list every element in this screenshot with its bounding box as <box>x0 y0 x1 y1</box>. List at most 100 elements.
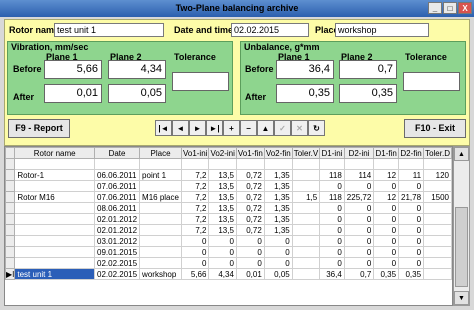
column-header[interactable]: Toler.V <box>291 147 321 159</box>
table-cell[interactable]: 0 <box>263 257 293 269</box>
scroll-down-arrow[interactable]: ▼ <box>454 291 469 305</box>
table-cell[interactable]: 13,5 <box>208 169 237 181</box>
row-indicator[interactable] <box>5 169 16 181</box>
table-cell[interactable]: 0 <box>398 202 425 214</box>
place-field[interactable]: workshop <box>335 23 429 37</box>
table-cell[interactable]: 36,4 <box>319 268 345 280</box>
table-cell[interactable]: 07.06.2011 <box>93 180 141 192</box>
table-cell[interactable]: Rotor M16 <box>14 191 95 203</box>
table-cell[interactable]: 13,5 <box>208 202 237 214</box>
table-cell[interactable]: 0 <box>398 235 425 247</box>
table-cell[interactable]: 7,2 <box>180 169 210 181</box>
table-cell[interactable]: 13,5 <box>208 191 237 203</box>
table-cell[interactable]: workshop <box>139 268 182 280</box>
report-button[interactable]: F9 - Report <box>8 119 70 138</box>
table-cell[interactable] <box>319 158 345 170</box>
row-indicator[interactable] <box>5 257 16 269</box>
table-cell[interactable]: 03.01.2012 <box>93 235 141 247</box>
rotor-name-field[interactable]: test unit 1 <box>54 23 164 37</box>
table-cell[interactable] <box>291 202 321 214</box>
column-header[interactable]: Date <box>93 147 141 159</box>
table-cell[interactable]: 0 <box>373 235 400 247</box>
table-cell[interactable] <box>14 257 95 269</box>
nav-cancel-button[interactable]: ✕ <box>291 120 308 136</box>
table-row[interactable]: 07.06.2011 7,2 13,5 0,72 1,35 0 0 0 0 <box>5 180 452 192</box>
table-cell[interactable] <box>139 213 182 225</box>
table-cell[interactable]: 0 <box>373 180 400 192</box>
exit-button[interactable]: F10 - Exit <box>404 119 466 138</box>
table-cell[interactable]: 0 <box>319 246 345 258</box>
table-cell[interactable]: test unit 1 <box>14 268 95 280</box>
table-cell[interactable]: 0 <box>319 202 345 214</box>
nav-prior-button[interactable]: ◄ <box>172 120 189 136</box>
table-cell[interactable] <box>180 158 210 170</box>
column-header[interactable]: D1-ini <box>319 147 345 159</box>
table-cell[interactable]: 0 <box>208 257 237 269</box>
table-cell[interactable] <box>291 213 321 225</box>
table-cell[interactable]: 118 <box>319 169 345 181</box>
nav-last-button[interactable]: ►| <box>206 120 223 136</box>
column-header[interactable]: Vo2-fin <box>263 147 293 159</box>
row-indicator[interactable] <box>5 158 16 170</box>
scroll-thumb[interactable] <box>455 207 468 287</box>
table-cell[interactable]: 1,35 <box>263 213 293 225</box>
table-cell[interactable]: 0,05 <box>263 268 293 280</box>
table-cell[interactable] <box>291 180 321 192</box>
vibration-after-plane1[interactable]: 0,01 <box>44 84 102 103</box>
table-cell[interactable]: 7,2 <box>180 180 210 192</box>
table-cell[interactable]: 0 <box>263 246 293 258</box>
table-cell[interactable] <box>14 213 95 225</box>
table-row[interactable]: Rotor M16 07.06.2011 M16 place 7,2 13,5 0,72 1… <box>5 191 452 203</box>
table-cell[interactable]: 08.06.2011 <box>93 202 141 214</box>
column-header[interactable]: Place <box>139 147 182 159</box>
table-cell[interactable]: 0 <box>343 213 375 225</box>
table-cell[interactable]: 0 <box>343 257 375 269</box>
table-cell[interactable]: 0 <box>343 224 375 236</box>
close-button[interactable]: X <box>458 2 472 14</box>
table-cell[interactable]: 09.01.2015 <box>93 246 141 258</box>
table-cell[interactable]: 7,2 <box>180 202 210 214</box>
table-cell[interactable] <box>139 180 182 192</box>
table-cell[interactable]: 1,5 <box>291 191 321 203</box>
table-cell[interactable]: 0 <box>319 235 345 247</box>
table-cell[interactable] <box>373 158 400 170</box>
column-header[interactable]: D2-ini <box>343 147 375 159</box>
column-header[interactable]: D2-fin <box>398 147 425 159</box>
table-cell[interactable]: 0 <box>373 246 400 258</box>
table-cell[interactable]: 0 <box>398 257 425 269</box>
unbalance-before-plane2[interactable]: 0,7 <box>339 60 397 79</box>
table-cell[interactable]: 0 <box>398 213 425 225</box>
table-cell[interactable]: 0,72 <box>235 180 265 192</box>
table-cell[interactable]: 1,35 <box>263 224 293 236</box>
table-cell[interactable] <box>291 246 321 258</box>
table-cell[interactable]: 0,72 <box>235 224 265 236</box>
table-cell[interactable]: 0 <box>180 235 210 247</box>
table-cell[interactable] <box>93 158 141 170</box>
table-cell[interactable]: 0 <box>343 202 375 214</box>
vibration-before-plane2[interactable]: 4,34 <box>108 60 166 79</box>
column-header[interactable]: Vo2-ini <box>208 147 237 159</box>
table-cell[interactable]: Rotor-1 <box>14 169 95 181</box>
row-indicator[interactable] <box>5 180 16 192</box>
table-cell[interactable]: 0 <box>398 180 425 192</box>
table-row[interactable]: 09.01.2015 0 0 0 0 0 0 0 0 <box>5 246 452 258</box>
table-cell[interactable] <box>423 158 452 170</box>
unbalance-after-plane1[interactable]: 0,35 <box>276 84 334 103</box>
table-cell[interactable]: 0 <box>398 224 425 236</box>
table-cell[interactable] <box>235 158 265 170</box>
table-row[interactable] <box>5 158 452 170</box>
table-cell[interactable] <box>139 246 182 258</box>
table-row[interactable]: 02.02.2015 0 0 0 0 0 0 0 0 <box>5 257 452 269</box>
column-header[interactable]: D1-fin <box>373 147 400 159</box>
table-cell[interactable]: 0,35 <box>373 268 400 280</box>
table-cell[interactable]: 02.01.2012 <box>93 213 141 225</box>
unbalance-tolerance-field[interactable] <box>403 72 460 91</box>
table-cell[interactable]: 120 <box>423 169 452 181</box>
table-cell[interactable]: 0 <box>319 180 345 192</box>
table-cell[interactable]: 1,35 <box>263 191 293 203</box>
table-row[interactable]: ▶I test unit 1 02.02.2015 workshop 5,66 4,34 0… <box>5 268 452 280</box>
table-cell[interactable]: M16 place <box>139 191 182 203</box>
table-cell[interactable]: 0 <box>373 224 400 236</box>
table-cell[interactable]: 13,5 <box>208 180 237 192</box>
table-cell[interactable] <box>423 246 452 258</box>
